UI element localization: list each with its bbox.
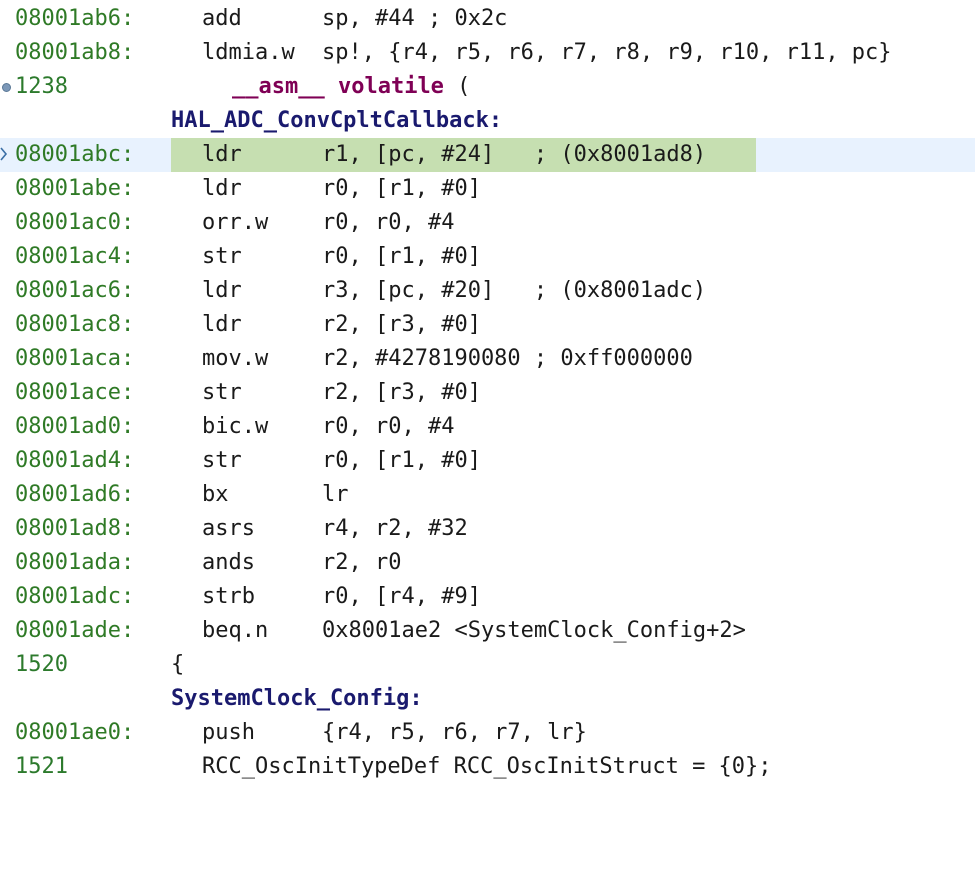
address: 08001ac8: <box>15 312 135 337</box>
disasm-row[interactable]: 08001ade: beq.n 0x8001ae2 <SystemClock_C… <box>0 614 975 648</box>
mnemonic: str <box>202 448 242 473</box>
address: 08001ac0: <box>15 210 135 235</box>
address: 08001ac6: <box>15 278 135 303</box>
disasm-row[interactable]: 08001abe: ldr r0, [r1, #0] <box>0 172 975 206</box>
mnemonic: beq.n <box>202 618 269 643</box>
asm-keyword: __asm__ <box>232 74 325 99</box>
operands: r0, [r1, #0] <box>322 176 481 201</box>
line-number: 1238 <box>15 74 68 99</box>
disasm-row[interactable]: 08001ad6: bx lr <box>0 478 975 512</box>
operands: sp!, {r4, r5, r6, r7, r8, r9, r10, r11, … <box>322 40 892 65</box>
mnemonic: ldr <box>202 176 242 201</box>
disasm-row[interactable]: 08001ac8: ldr r2, [r3, #0] <box>0 308 975 342</box>
mnemonic: orr.w <box>202 210 269 235</box>
mnemonic: ldr <box>202 278 242 303</box>
mnemonic: push <box>202 720 255 745</box>
current-instruction-row[interactable]: 08001abc: ldr r1, [pc, #24] ; (0x8001ad8… <box>0 138 975 172</box>
disasm-row[interactable]: 08001ac4: str r0, [r1, #0] <box>0 240 975 274</box>
address: 08001ad4: <box>15 448 135 473</box>
disasm-row[interactable]: 08001ad0: bic.w r0, r0, #4 <box>0 410 975 444</box>
disassembly-view[interactable]: 08001ab6: add sp, #44 ; 0x2c 08001ab8: l… <box>0 0 975 779</box>
address: 08001adc: <box>15 584 135 609</box>
operands: r0, r0, #4 <box>322 414 455 439</box>
address: 08001ad0: <box>15 414 135 439</box>
disasm-row[interactable]: 08001ab6: add sp, #44 ; 0x2c <box>0 2 975 36</box>
address: 08001abc: <box>15 142 135 167</box>
source-rest: ( <box>443 74 471 99</box>
mnemonic: strb <box>202 584 255 609</box>
address: 08001ace: <box>15 380 135 405</box>
address: 08001aca: <box>15 346 135 371</box>
operands: r2, #4278190080 ; 0xff000000 <box>322 346 693 371</box>
function-label: SystemClock_Config: <box>171 686 423 711</box>
line-number: 1520 <box>15 652 68 677</box>
operands: r2, r0 <box>322 550 402 575</box>
current-instruction-arrow-icon <box>0 147 8 161</box>
source-row[interactable]: 1520 { <box>0 648 975 682</box>
function-label-row: SystemClock_Config: <box>0 682 975 716</box>
address: 08001ad8: <box>15 516 135 541</box>
disasm-row[interactable]: 08001ad4: str r0, [r1, #0] <box>0 444 975 478</box>
mnemonic: asrs <box>202 516 255 541</box>
address: 08001ab8: <box>15 40 135 65</box>
disasm-row[interactable]: 08001ae0: push {r4, r5, r6, r7, lr} <box>0 716 975 750</box>
source-row[interactable]: 1238 __asm__ volatile ( <box>0 70 975 104</box>
source-code: __asm__ volatile ( <box>232 70 470 104</box>
mnemonic: ands <box>202 550 255 575</box>
operands: 0x8001ae2 <SystemClock_Config+2> <box>322 618 746 643</box>
operands: r3, [pc, #20] ; (0x8001adc) <box>322 278 707 303</box>
mnemonic: ldr <box>202 142 242 167</box>
operands: sp, #44 ; 0x2c <box>322 6 508 31</box>
volatile-keyword: volatile <box>337 74 444 99</box>
operands: r2, [r3, #0] <box>322 312 481 337</box>
operands: r4, r2, #32 <box>322 516 468 541</box>
disasm-row[interactable]: 08001ac0: orr.w r0, r0, #4 <box>0 206 975 240</box>
mnemonic: mov.w <box>202 346 269 371</box>
disasm-row[interactable]: 08001ada: ands r2, r0 <box>0 546 975 580</box>
address: 08001ad6: <box>15 482 135 507</box>
disasm-row[interactable]: 08001aca: mov.w r2, #4278190080 ; 0xff00… <box>0 342 975 376</box>
operands: lr <box>322 482 349 507</box>
disasm-row[interactable]: 08001ace: str r2, [r3, #0] <box>0 376 975 410</box>
address: 08001abe: <box>15 176 135 201</box>
disasm-row[interactable]: 08001adc: strb r0, [r4, #9] <box>0 580 975 614</box>
operands: r2, [r3, #0] <box>322 380 481 405</box>
function-label-row: HAL_ADC_ConvCpltCallback: <box>0 104 975 138</box>
disasm-row[interactable]: 08001ac6: ldr r3, [pc, #20] ; (0x8001adc… <box>0 274 975 308</box>
disasm-row[interactable]: 08001ab8: ldmia.w sp!, {r4, r5, r6, r7, … <box>0 36 975 70</box>
mnemonic: bic.w <box>202 414 269 439</box>
address: 08001ade: <box>15 618 135 643</box>
mnemonic: bx <box>202 482 229 507</box>
address: 08001ab6: <box>15 6 135 31</box>
function-label: HAL_ADC_ConvCpltCallback: <box>171 108 503 133</box>
address: 08001ada: <box>15 550 135 575</box>
mnemonic: add <box>202 6 242 31</box>
operands: r0, [r4, #9] <box>322 584 481 609</box>
address: 08001ac4: <box>15 244 135 269</box>
mnemonic: str <box>202 244 242 269</box>
mnemonic: str <box>202 380 242 405</box>
mnemonic: ldr <box>202 312 242 337</box>
operands: r0, r0, #4 <box>322 210 455 235</box>
operands: {r4, r5, r6, r7, lr} <box>322 720 587 745</box>
operands: r1, [pc, #24] ; (0x8001ad8) <box>322 142 707 167</box>
operands: r0, [r1, #0] <box>322 244 481 269</box>
mnemonic: ldmia.w <box>202 40 295 65</box>
source-code: { <box>171 652 185 677</box>
breakpoint-icon[interactable] <box>2 83 11 92</box>
operands: r0, [r1, #0] <box>322 448 481 473</box>
address: 08001ae0: <box>15 720 135 745</box>
disasm-row[interactable]: 08001ad8: asrs r4, r2, #32 <box>0 512 975 546</box>
